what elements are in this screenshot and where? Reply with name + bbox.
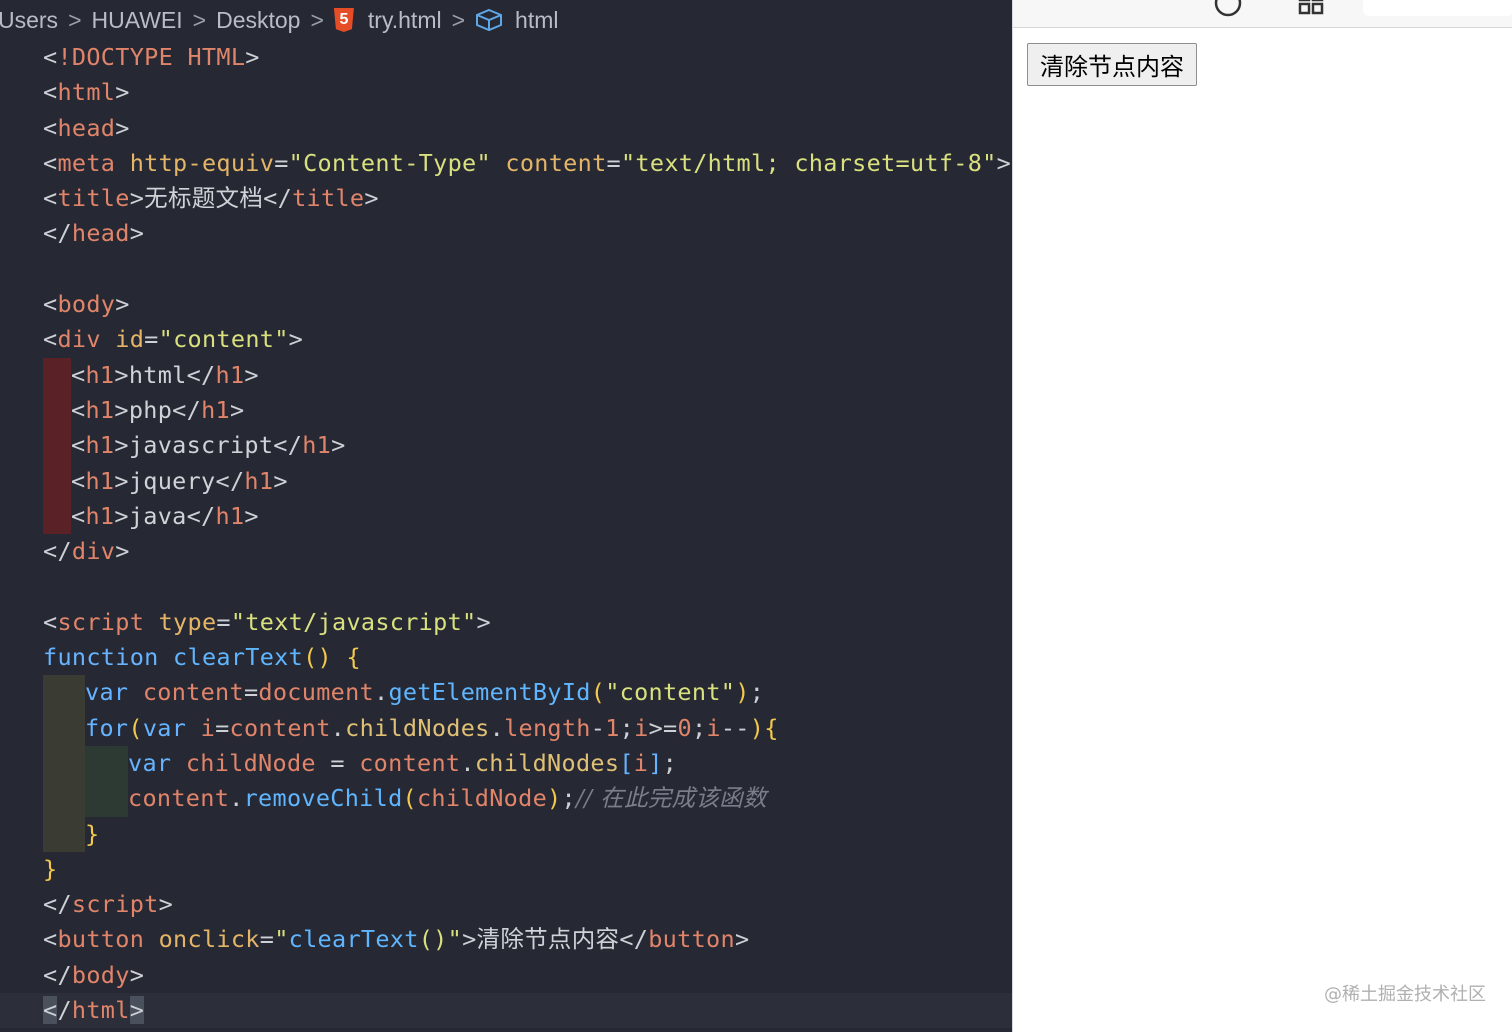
code-line: } bbox=[0, 816, 1012, 852]
watermark-text: @稀土掘金技术社区 bbox=[1324, 984, 1486, 1005]
code-line: </script> bbox=[43, 890, 174, 919]
clock-icon[interactable] bbox=[1213, 0, 1243, 18]
html5-file-icon: 5 bbox=[333, 8, 354, 32]
code-line: <meta http-equiv="Content-Type" content=… bbox=[43, 148, 1012, 177]
code-line: </head> bbox=[43, 219, 145, 248]
code-line: </body> bbox=[43, 960, 145, 989]
browser-preview: 清除节点内容 @稀土掘金技术社区 bbox=[1012, 0, 1512, 1032]
code-line: <html> bbox=[43, 78, 130, 107]
breadcrumb-item-desktop[interactable]: Desktop bbox=[216, 7, 300, 34]
chevron-right-icon: > bbox=[68, 6, 82, 33]
chevron-right-icon: > bbox=[192, 6, 207, 33]
code-line: <title>无标题文档</title> bbox=[43, 184, 379, 213]
code-line: <body> bbox=[43, 290, 130, 319]
browser-tab[interactable] bbox=[1363, 0, 1512, 16]
code-line: function clearText() { bbox=[43, 643, 361, 672]
clear-content-button[interactable]: 清除节点内容 bbox=[1027, 43, 1197, 86]
code-line: <head> bbox=[43, 113, 130, 142]
code-line: <!DOCTYPE HTML> bbox=[43, 43, 260, 71]
code-line: <h1>java</h1> bbox=[0, 498, 1012, 535]
code-line: <div id="content"> bbox=[43, 325, 304, 354]
code-line: <script type="text/javascript"> bbox=[43, 607, 491, 636]
code-line: <h1>php</h1> bbox=[0, 392, 1012, 429]
code-area[interactable]: <!DOCTYPE HTML> <html> <head> <meta http… bbox=[0, 40, 1012, 1029]
code-line-current: </html> bbox=[0, 993, 1012, 1029]
grid-icon[interactable] bbox=[1297, 0, 1325, 16]
breadcrumb-item-element[interactable]: html bbox=[515, 7, 558, 34]
code-line: for(var i=content.childNodes.length-1;i>… bbox=[0, 710, 1012, 746]
browser-toolbar bbox=[1013, 0, 1512, 28]
breadcrumb: Users > HUAWEI > Desktop > 5 try.html > … bbox=[0, 0, 1012, 40]
element-cube-icon bbox=[475, 8, 503, 32]
code-line: <h1>jquery</h1> bbox=[0, 463, 1012, 499]
code-editor[interactable]: Users > HUAWEI > Desktop > 5 try.html > … bbox=[0, 0, 1012, 1032]
code-line: var childNode = content.childNodes[i]; bbox=[0, 745, 1012, 782]
code-line: } bbox=[43, 854, 58, 883]
chevron-right-icon: > bbox=[310, 6, 324, 33]
breadcrumb-item-huawei[interactable]: HUAWEI bbox=[92, 7, 183, 34]
chevron-right-icon: > bbox=[451, 6, 466, 33]
code-line: <h1>javascript</h1> bbox=[0, 428, 1012, 464]
breadcrumb-item-file[interactable]: try.html bbox=[368, 7, 442, 34]
code-line: var content=document.getElementById("con… bbox=[0, 675, 1012, 711]
code-line: </div> bbox=[43, 537, 130, 566]
code-line: <h1>html</h1> bbox=[0, 357, 1012, 393]
breadcrumb-item-users[interactable]: Users bbox=[0, 7, 58, 34]
code-line: content.removeChild(childNode);// 在此完成该函… bbox=[0, 781, 1012, 817]
code-line: <button onclick="clearText()">清除节点内容</bu… bbox=[43, 925, 750, 954]
